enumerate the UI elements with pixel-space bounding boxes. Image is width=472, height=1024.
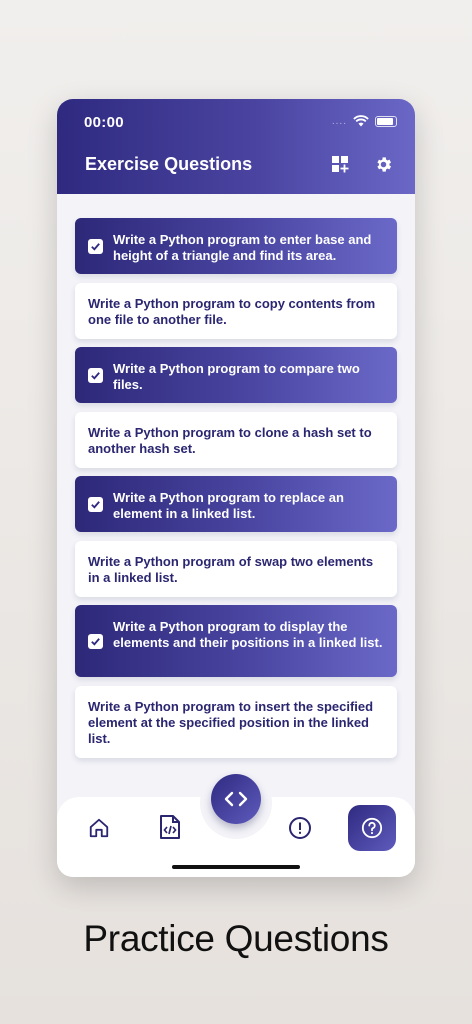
gear-icon[interactable] (371, 152, 395, 176)
question-text: Write a Python program to enter base and… (113, 232, 372, 263)
app-header: 00:00 .... Exercise Questions (57, 99, 415, 194)
battery-icon (375, 115, 397, 127)
question-text: Write a Python program to display the el… (113, 619, 383, 650)
home-icon[interactable] (86, 815, 112, 841)
code-file-icon[interactable] (157, 814, 183, 840)
question-card-4[interactable]: Write a Python program to clone a hash s… (75, 412, 397, 468)
question-card-8[interactable]: Write a Python program to insert the spe… (75, 686, 397, 758)
alert-icon[interactable] (287, 815, 313, 841)
checkbox-checked-icon[interactable] (88, 634, 103, 649)
question-text: Write a Python program of swap two eleme… (88, 554, 374, 585)
question-text: Write a Python program to insert the spe… (88, 699, 374, 746)
question-card-7[interactable]: Write a Python program to display the el… (75, 605, 397, 677)
question-text: Write a Python program to clone a hash s… (88, 425, 372, 456)
status-icons: .... (332, 115, 397, 127)
question-text: Write a Python program to replace an ele… (113, 490, 344, 521)
question-card-5[interactable]: Write a Python program to replace an ele… (75, 476, 397, 532)
help-icon (361, 817, 383, 839)
phone-screen: 00:00 .... Exercise Questions Write a Py… (57, 99, 415, 877)
page-title: Exercise Questions (85, 154, 253, 174)
status-time: 00:00 (84, 114, 124, 131)
home-indicator (172, 865, 300, 869)
checkbox-checked-icon[interactable] (88, 239, 103, 254)
grid-add-icon[interactable] (328, 152, 352, 176)
question-card-1[interactable]: Write a Python program to enter base and… (75, 218, 397, 274)
signal-dots: .... (331, 115, 347, 127)
code-icon[interactable] (211, 774, 261, 824)
question-text: Write a Python program to compare two fi… (113, 361, 360, 392)
checkbox-checked-icon[interactable] (88, 497, 103, 512)
question-card-3[interactable]: Write a Python program to compare two fi… (75, 347, 397, 403)
question-text: Write a Python program to copy contents … (88, 296, 376, 327)
question-card-6[interactable]: Write a Python program of swap two eleme… (75, 541, 397, 597)
help-tab-active[interactable] (348, 805, 396, 851)
checkbox-checked-icon[interactable] (88, 368, 103, 383)
marketing-caption: Practice Questions (83, 918, 389, 959)
question-card-2[interactable]: Write a Python program to copy contents … (75, 283, 397, 339)
wifi-icon (353, 115, 369, 127)
